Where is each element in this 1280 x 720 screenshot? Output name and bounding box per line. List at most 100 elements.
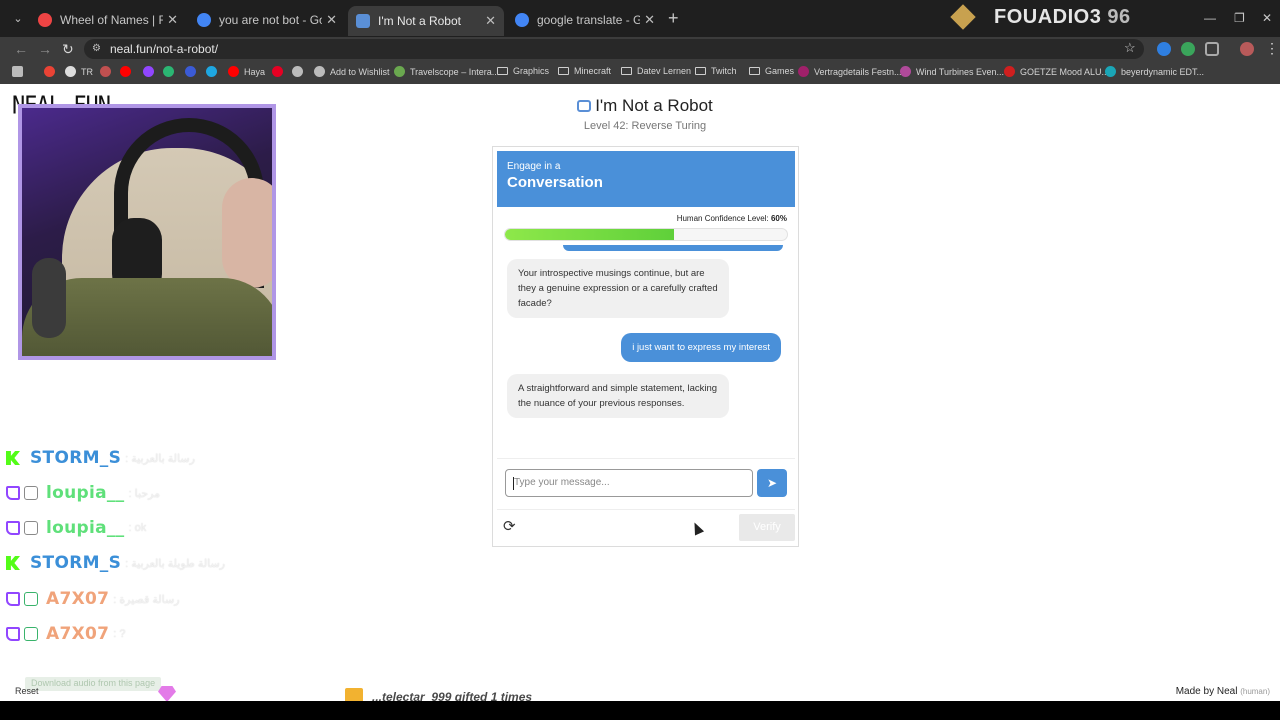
stream-brand: FOUADIO3 96 bbox=[950, 4, 1131, 30]
bookmark-item[interactable] bbox=[272, 66, 288, 77]
forward-icon[interactable]: → bbox=[38, 41, 52, 57]
card-header-title: Conversation bbox=[507, 174, 603, 191]
made-by[interactable]: Made by Neal (human) bbox=[1176, 686, 1270, 697]
extensions-puzzle-icon[interactable] bbox=[1205, 42, 1219, 56]
previous-message-stub bbox=[563, 245, 783, 251]
send-button[interactable]: ➤ bbox=[757, 469, 787, 497]
robot-favicon-icon bbox=[356, 14, 370, 28]
new-tab-button[interactable]: + bbox=[668, 9, 679, 27]
restore-icon[interactable]: ❐ bbox=[1234, 11, 1245, 25]
chat-username: A7X07 bbox=[46, 624, 110, 644]
close-tab-icon[interactable]: ✕ bbox=[644, 12, 655, 28]
bookmark-item[interactable]: Haya bbox=[228, 66, 265, 77]
tab-search-icon[interactable]: ⌄ bbox=[8, 9, 28, 29]
bookmark-item[interactable]: GOETZE Mood ALU... bbox=[1004, 66, 1109, 77]
globe-icon bbox=[314, 66, 325, 77]
tab-wheel-of-names[interactable]: Wheel of Names | Random nam ✕ bbox=[30, 7, 186, 33]
bookmark-star-icon[interactable]: ☆ bbox=[1124, 40, 1136, 56]
bookmark-item[interactable]: Travelscope – Intera... bbox=[394, 66, 499, 77]
chat-badge-icon bbox=[24, 486, 38, 500]
message-input[interactable]: Type your message... bbox=[505, 469, 753, 497]
close-tab-icon[interactable]: ✕ bbox=[326, 12, 337, 28]
apps-icon bbox=[12, 66, 23, 77]
pinterest-icon bbox=[272, 66, 283, 77]
back-icon[interactable]: ← bbox=[14, 41, 28, 57]
bookmark-item[interactable]: Vertragdetails Festn... bbox=[798, 66, 902, 77]
tab-title: Wheel of Names | Random nam bbox=[60, 13, 164, 27]
app-icon bbox=[1105, 66, 1116, 77]
bookmark-item[interactable]: Minecraft bbox=[558, 66, 611, 76]
bookmark-label: beyerdynamic EDT... bbox=[1121, 66, 1205, 77]
bookmark-item[interactable]: Add to Wishlist bbox=[314, 66, 390, 77]
tab-not-a-robot[interactable]: I'm Not a Robot ✕ bbox=[348, 6, 504, 36]
bookmark-label: Games bbox=[765, 66, 795, 76]
title-text: I'm Not a Robot bbox=[595, 96, 713, 115]
bookmark-label: Travelscope – Intera... bbox=[410, 66, 500, 77]
bookmark-item[interactable]: Twitch bbox=[695, 66, 737, 76]
bookmark-item[interactable]: Games bbox=[749, 66, 794, 76]
webcam-face bbox=[222, 178, 272, 288]
profile-avatar-icon[interactable] bbox=[1240, 42, 1254, 56]
close-tab-icon[interactable]: ✕ bbox=[167, 12, 178, 28]
chat-message: : ok bbox=[128, 522, 147, 534]
bookmark-item[interactable] bbox=[100, 66, 116, 77]
chat-username: STORM_S bbox=[30, 448, 122, 468]
minimize-icon[interactable]: — bbox=[1204, 11, 1216, 25]
wheel-favicon-icon bbox=[38, 13, 52, 27]
user-message: i just want to express my interest bbox=[621, 333, 781, 362]
menu-kebab-icon[interactable]: ⋮ bbox=[1265, 40, 1279, 57]
tab-title: I'm Not a Robot bbox=[378, 14, 461, 28]
app-icon bbox=[798, 66, 809, 77]
youtube-icon bbox=[120, 66, 131, 77]
chat-badge-icon bbox=[24, 521, 38, 535]
app-icon bbox=[100, 66, 111, 77]
bookmark-item[interactable]: TR bbox=[65, 66, 93, 77]
close-window-icon[interactable]: ✕ bbox=[1262, 11, 1272, 25]
bookmark-item[interactable] bbox=[120, 66, 136, 77]
download-audio-banner[interactable]: Download audio from this page bbox=[25, 677, 162, 691]
bookmark-item[interactable] bbox=[143, 66, 159, 77]
bookmark-item[interactable] bbox=[163, 66, 179, 77]
youtube-icon bbox=[228, 66, 239, 77]
stream-chat-line: loupia__: ok bbox=[6, 516, 146, 540]
address-bar[interactable]: ⚙ neal.fun/not-a-robot/ bbox=[84, 39, 1144, 59]
bookmark-item[interactable]: beyerdynamic EDT... bbox=[1105, 66, 1204, 77]
send-icon: ➤ bbox=[766, 476, 778, 490]
bookmark-label: Twitch bbox=[711, 66, 737, 76]
app-icon bbox=[394, 66, 405, 77]
chat-username: loupia__ bbox=[46, 483, 125, 503]
site-info-icon[interactable]: ⚙ bbox=[92, 39, 101, 59]
confidence-bar-fill bbox=[505, 229, 675, 240]
bookmark-label: Datev Lernen bbox=[637, 66, 692, 76]
kick-icon bbox=[6, 556, 20, 570]
tab-google-search[interactable]: you are not bot - Google Search ✕ bbox=[189, 7, 345, 33]
bookmark-item[interactable]: Graphics bbox=[497, 66, 549, 76]
twitch-icon bbox=[6, 592, 20, 606]
card-header-small: Engage in a bbox=[507, 161, 561, 172]
chat-log[interactable]: Your introspective musings continue, but… bbox=[497, 245, 795, 459]
bookmark-item[interactable] bbox=[185, 66, 201, 77]
refresh-icon[interactable]: ⟳ bbox=[503, 519, 519, 535]
stream-chat-line: A7X07: رسالة قصيرة bbox=[6, 587, 180, 611]
folder-icon bbox=[749, 67, 760, 75]
bookmark-item[interactable] bbox=[206, 66, 222, 77]
bookmark-item[interactable] bbox=[292, 66, 308, 77]
extension-icon[interactable] bbox=[1181, 42, 1195, 56]
bookmark-item[interactable]: Datev Lernen bbox=[621, 66, 691, 76]
reset-button[interactable]: Reset bbox=[15, 686, 39, 696]
webcam-image bbox=[22, 108, 272, 356]
close-tab-icon[interactable]: ✕ bbox=[485, 13, 496, 29]
bookmark-item[interactable]: Wind Turbines Even... bbox=[900, 66, 1004, 77]
browser-toolbar: ← → ↻ ⚙ neal.fun/not-a-robot/ ☆ ⋮ bbox=[0, 37, 1280, 62]
bookmark-item[interactable] bbox=[44, 66, 60, 77]
bookmark-item[interactable] bbox=[12, 66, 28, 77]
gmail-icon bbox=[44, 66, 55, 77]
robot-icon bbox=[577, 100, 592, 112]
app-icon bbox=[1004, 66, 1015, 77]
tab-google-translate[interactable]: google translate - Google Sear ✕ bbox=[507, 7, 663, 33]
verify-button[interactable]: Verify bbox=[739, 514, 795, 541]
extension-icon[interactable] bbox=[1157, 42, 1171, 56]
app-icon bbox=[163, 66, 174, 77]
reload-icon[interactable]: ↻ bbox=[62, 41, 74, 58]
tab-bar: ⌄ Wheel of Names | Random nam ✕ you are … bbox=[0, 0, 1280, 37]
